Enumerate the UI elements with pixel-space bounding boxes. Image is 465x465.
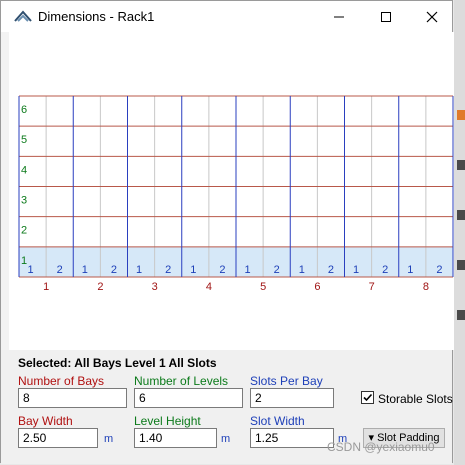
minimize-button[interactable] (316, 1, 362, 32)
level-label: 3 (21, 195, 27, 207)
background-marker (457, 310, 465, 320)
bay-label: 6 (314, 281, 320, 293)
close-button[interactable] (409, 1, 455, 32)
bay-label: 4 (206, 281, 212, 293)
level-label: 1 (21, 255, 27, 267)
maximize-button[interactable] (363, 1, 409, 32)
rack-grid[interactable]: 1234561 2 1 2 1 2 1 2 1 2 1 2 1 2 1 21 2 3 4 5 6 7 8 (9, 32, 454, 350)
level-height-label: Level Height (134, 414, 201, 428)
slots-per-bay-input[interactable] (250, 388, 334, 408)
rack-app-icon (14, 10, 32, 22)
slot-label: 2 (436, 264, 442, 276)
level-height-input[interactable] (134, 428, 217, 448)
level-label: 6 (21, 104, 27, 116)
slot-label: 1 (407, 264, 413, 276)
number-of-levels-input[interactable] (134, 388, 243, 408)
slot-width-input[interactable] (250, 428, 334, 448)
slot-width-label: Slot Width (250, 414, 305, 428)
number-of-bays-input[interactable] (18, 388, 127, 408)
slot-label: 2 (382, 264, 388, 276)
bay-label: 8 (423, 281, 429, 293)
slot-label: 2 (274, 264, 280, 276)
level-height-unit: m (221, 433, 231, 445)
minimize-icon (334, 16, 344, 17)
bay-label: 1 (43, 281, 49, 293)
slot-label: 1 (245, 264, 251, 276)
background-marker (457, 160, 465, 170)
background-strip (454, 0, 465, 465)
background-marker (457, 210, 465, 220)
bay-label: 3 (152, 281, 158, 293)
checkmark-icon (363, 393, 373, 402)
bay-width-input[interactable] (18, 428, 98, 448)
slot-label: 1 (136, 264, 142, 276)
level-label: 5 (21, 134, 27, 146)
bay-label: 7 (369, 281, 375, 293)
slot-label: 2 (219, 264, 225, 276)
level-label: 2 (21, 225, 27, 237)
slots-per-bay-label: Slots Per Bay (250, 374, 323, 388)
background-marker (457, 260, 465, 270)
slot-label: 2 (57, 264, 63, 276)
slot-label: 2 (111, 264, 117, 276)
maximize-icon (381, 11, 391, 22)
slot-label: 1 (190, 264, 196, 276)
rack-grid-canvas[interactable]: 123456121212121212121212345678 (9, 32, 454, 350)
bay-width-label: Bay Width (18, 414, 73, 428)
slot-label: 1 (299, 264, 305, 276)
storable-slots-checkbox[interactable] (361, 391, 374, 404)
slot-label: 1 (28, 264, 34, 276)
level-label: 4 (21, 164, 27, 176)
bay-width-unit: m (104, 433, 114, 445)
window-title: Dimensions - Rack1 (38, 9, 155, 24)
bay-label: 2 (97, 281, 103, 293)
number-of-levels-label: Number of Levels (134, 374, 229, 388)
bay-label: 5 (260, 281, 266, 293)
watermark-text: CSDN @yexiaomu0 (327, 440, 435, 454)
slot-label: 2 (165, 264, 171, 276)
slot-label: 1 (82, 264, 88, 276)
slot-label: 1 (353, 264, 359, 276)
slot-label: 2 (328, 264, 334, 276)
close-icon (426, 11, 438, 22)
selection-summary: Selected: All Bays Level 1 All Slots (18, 356, 217, 370)
number-of-bays-label: Number of Bays (18, 374, 105, 388)
title-bar[interactable]: Dimensions - Rack1 (1, 1, 452, 32)
background-marker (457, 110, 465, 120)
storable-slots-label: Storable Slots (378, 392, 453, 406)
